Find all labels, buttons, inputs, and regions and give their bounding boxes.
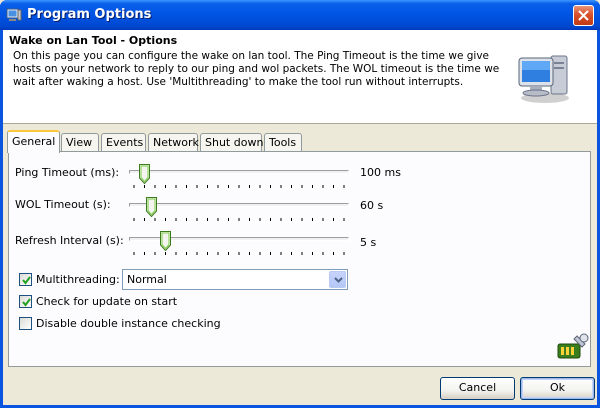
slider-track bbox=[129, 203, 349, 207]
slider-thumb[interactable] bbox=[139, 164, 151, 184]
checkmark-icon bbox=[22, 276, 31, 285]
refresh-interval-value: 5 s bbox=[360, 236, 377, 249]
check-update-checkbox[interactable] bbox=[19, 295, 32, 308]
slider-ticks bbox=[133, 185, 345, 188]
tab-general[interactable]: General bbox=[7, 130, 60, 153]
multithreading-priority-select[interactable]: Normal bbox=[122, 269, 348, 290]
slider-ticks bbox=[133, 218, 345, 221]
tab-tools[interactable]: Tools bbox=[264, 133, 302, 152]
multithreading-checkbox[interactable] bbox=[19, 273, 32, 286]
app-icon bbox=[6, 8, 22, 21]
select-value: Normal bbox=[127, 273, 167, 286]
slider-track bbox=[129, 170, 349, 174]
tab-view[interactable]: View bbox=[61, 133, 99, 152]
page-title: Wake on Lan Tool - Options bbox=[9, 34, 178, 47]
ping-timeout-value: 100 ms bbox=[360, 166, 401, 179]
chevron-down-icon bbox=[334, 277, 343, 283]
tab-network[interactable]: Network bbox=[148, 133, 199, 152]
check-update-label: Check for update on start bbox=[36, 295, 178, 308]
wol-timeout-value: 60 s bbox=[360, 199, 384, 212]
refresh-interval-slider[interactable] bbox=[129, 228, 351, 258]
plugin-icon bbox=[557, 333, 589, 359]
slider-thumb[interactable] bbox=[145, 197, 157, 217]
ok-button[interactable]: Ok bbox=[520, 377, 595, 400]
close-button[interactable] bbox=[573, 5, 594, 26]
header-panel: Wake on Lan Tool - Options On this page … bbox=[3, 30, 597, 124]
title-bar[interactable]: Program Options bbox=[0, 0, 600, 30]
close-icon bbox=[578, 10, 589, 21]
slider-ticks bbox=[133, 252, 345, 255]
page-description: On this page you can configure the wake … bbox=[13, 50, 500, 88]
dialog-body: Wake on Lan Tool - Options On this page … bbox=[3, 30, 597, 405]
ping-timeout-slider[interactable] bbox=[129, 161, 351, 191]
disable-double-instance-checkbox[interactable] bbox=[19, 317, 32, 330]
window-title: Program Options bbox=[27, 7, 152, 22]
wol-timeout-slider[interactable] bbox=[129, 194, 351, 224]
dropdown-button[interactable] bbox=[329, 271, 346, 288]
multithreading-label: Multithreading: bbox=[36, 273, 120, 286]
tab-shut-down[interactable]: Shut down bbox=[200, 133, 263, 152]
disable-double-instance-label: Disable double instance checking bbox=[36, 317, 221, 330]
slider-thumb[interactable] bbox=[160, 231, 172, 251]
checkmark-icon bbox=[22, 298, 31, 307]
tab-events[interactable]: Events bbox=[101, 133, 146, 152]
cancel-button[interactable]: Cancel bbox=[440, 377, 515, 400]
program-options-window: Program Options Wake on Lan Tool - Optio… bbox=[0, 0, 600, 408]
ping-timeout-label: Ping Timeout (ms): bbox=[15, 166, 120, 179]
computer-icon bbox=[518, 55, 569, 103]
wol-timeout-label: WOL Timeout (s): bbox=[15, 198, 111, 211]
refresh-interval-label: Refresh Interval (s): bbox=[15, 234, 124, 247]
